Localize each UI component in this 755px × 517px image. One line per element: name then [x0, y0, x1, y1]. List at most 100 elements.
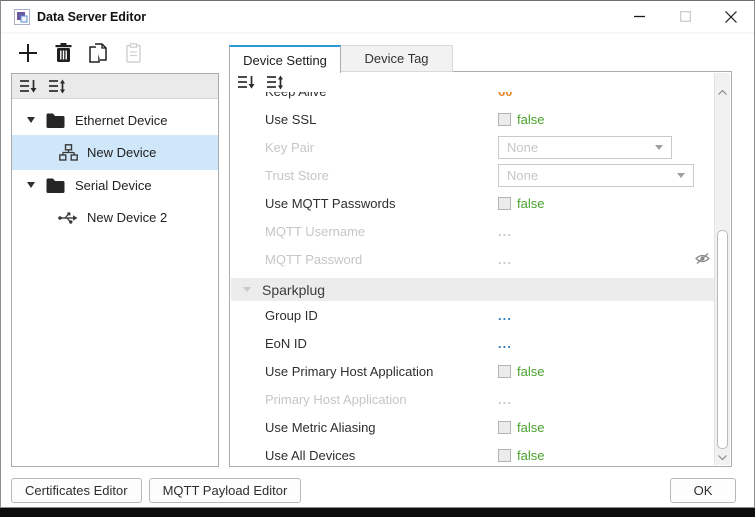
tab-device-setting[interactable]: Device Setting [229, 45, 341, 73]
chevron-down-icon [718, 455, 727, 460]
collapse-all-button[interactable] [20, 79, 37, 94]
dropdown-value: None [507, 140, 655, 155]
show-password-button[interactable] [695, 252, 710, 265]
use-all-devices-checkbox[interactable]: false [498, 448, 544, 463]
close-button[interactable] [708, 1, 754, 32]
tree-group-label: Ethernet Device [75, 113, 168, 128]
dropdown-value: None [507, 168, 677, 183]
window-title: Data Server Editor [37, 10, 146, 24]
tree-panel-header [12, 74, 218, 99]
certificates-editor-button[interactable]: Certificates Editor [11, 478, 142, 503]
setting-label: Keep Alive [265, 92, 498, 99]
setting-label: Use MQTT Passwords [265, 196, 498, 211]
setting-label: Primary Host Application [265, 392, 498, 407]
setting-label: Group ID [265, 308, 498, 323]
chevron-up-icon [718, 90, 727, 95]
folder-icon [45, 178, 65, 193]
expand-all-button[interactable] [267, 75, 284, 90]
chevron-down-icon [677, 173, 685, 178]
section-caret-icon[interactable] [243, 287, 251, 292]
setting-label: MQTT Username [265, 224, 498, 239]
checkbox-icon[interactable] [498, 197, 511, 210]
primary-host-application-value: ... [498, 392, 512, 407]
section-sparkplug[interactable]: Sparkplug [231, 278, 714, 301]
scroll-up-button[interactable] [715, 85, 730, 100]
setting-row-trust-store: Trust Store None [231, 161, 714, 189]
ok-button[interactable]: OK [670, 478, 736, 503]
use-primary-host-application-checkbox[interactable]: false [498, 364, 544, 379]
serial-device-icon [58, 212, 78, 224]
use-metric-aliasing-checkbox[interactable]: false [498, 420, 544, 435]
use-mqtt-passwords-checkbox[interactable]: false [498, 196, 544, 211]
checkbox-value: false [517, 420, 544, 435]
key-pair-dropdown[interactable]: None [498, 136, 672, 159]
scrollbar-thumb[interactable] [717, 230, 728, 450]
paste-device-button[interactable] [122, 41, 144, 65]
section-title: Sparkplug [262, 282, 325, 298]
delete-device-button[interactable] [52, 41, 74, 65]
setting-label: Use Metric Aliasing [265, 420, 498, 435]
expand-all-button[interactable] [49, 79, 66, 94]
window-bottom-edge [0, 508, 755, 517]
collapse-all-icon [238, 75, 255, 90]
maximize-icon [680, 11, 691, 22]
checkbox-icon[interactable] [498, 421, 511, 434]
tree-group-serial-device[interactable]: Serial Device [12, 170, 218, 200]
setting-label: Use Primary Host Application [265, 364, 498, 379]
data-server-editor-window: Data Server Editor [0, 0, 755, 508]
mqtt-username-value: ... [498, 224, 512, 239]
setting-row-keep-alive: Keep Alive 60 [231, 92, 714, 105]
footer-bar: Certificates Editor MQTT Payload Editor … [1, 473, 754, 507]
scroll-down-button[interactable] [715, 450, 730, 465]
setting-row-primary-host-application: Primary Host Application ... [231, 385, 714, 413]
setting-row-use-all-devices: Use All Devices false [231, 441, 714, 465]
tree-item-new-device-2[interactable]: New Device 2 [12, 200, 218, 235]
tab-label: Device Tag [364, 51, 428, 66]
setting-row-use-primary-host-application: Use Primary Host Application false [231, 357, 714, 385]
tree-group-label: Serial Device [75, 178, 152, 193]
maximize-button[interactable] [662, 1, 708, 32]
vertical-scrollbar[interactable] [714, 73, 730, 465]
tree-group-ethernet-device[interactable]: Ethernet Device [12, 105, 218, 135]
group-id-edit[interactable]: ... [498, 308, 512, 323]
settings-panel-header [230, 72, 731, 92]
paste-icon [126, 43, 141, 63]
add-device-button[interactable] [17, 41, 39, 65]
tree-item-new-device[interactable]: New Device [12, 135, 218, 170]
checkbox-icon[interactable] [498, 365, 511, 378]
expand-all-icon [267, 75, 284, 90]
use-ssl-checkbox[interactable]: false [498, 112, 544, 127]
setting-label: Key Pair [265, 140, 498, 155]
eye-off-icon [695, 252, 710, 265]
caret-down-icon[interactable] [27, 117, 35, 123]
settings-scroll-viewport: Keep Alive 60 Use SSL false Key Pair Non… [231, 92, 714, 465]
checkbox-icon[interactable] [498, 449, 511, 462]
setting-label: Trust Store [265, 168, 498, 183]
trash-icon [55, 43, 72, 63]
setting-row-key-pair: Key Pair None [231, 133, 714, 161]
plus-icon [18, 43, 38, 63]
collapse-all-icon [20, 79, 37, 94]
tab-device-tag[interactable]: Device Tag [341, 45, 453, 72]
chevron-down-icon [655, 145, 663, 150]
setting-row-group-id: Group ID ... [231, 301, 714, 329]
copy-device-button[interactable] [87, 41, 109, 65]
network-device-icon [58, 144, 78, 161]
mqtt-payload-editor-button[interactable]: MQTT Payload Editor [149, 478, 302, 503]
checkbox-icon[interactable] [498, 113, 511, 126]
keep-alive-value[interactable]: 60 [498, 92, 512, 99]
trust-store-dropdown[interactable]: None [498, 164, 694, 187]
setting-row-use-ssl: Use SSL false [231, 105, 714, 133]
device-tree-panel: Ethernet Device New Device [11, 73, 219, 467]
copy-icon [89, 43, 107, 63]
setting-row-use-mqtt-passwords: Use MQTT Passwords false [231, 189, 714, 217]
minimize-icon [634, 11, 645, 22]
minimize-button[interactable] [616, 1, 662, 32]
caret-down-icon[interactable] [27, 182, 35, 188]
setting-label: MQTT Password [265, 252, 498, 267]
checkbox-value: false [517, 112, 544, 127]
app-logo-icon [14, 9, 30, 25]
setting-row-mqtt-username: MQTT Username ... [231, 217, 714, 245]
eon-id-edit[interactable]: ... [498, 336, 512, 351]
collapse-all-button[interactable] [238, 75, 255, 90]
